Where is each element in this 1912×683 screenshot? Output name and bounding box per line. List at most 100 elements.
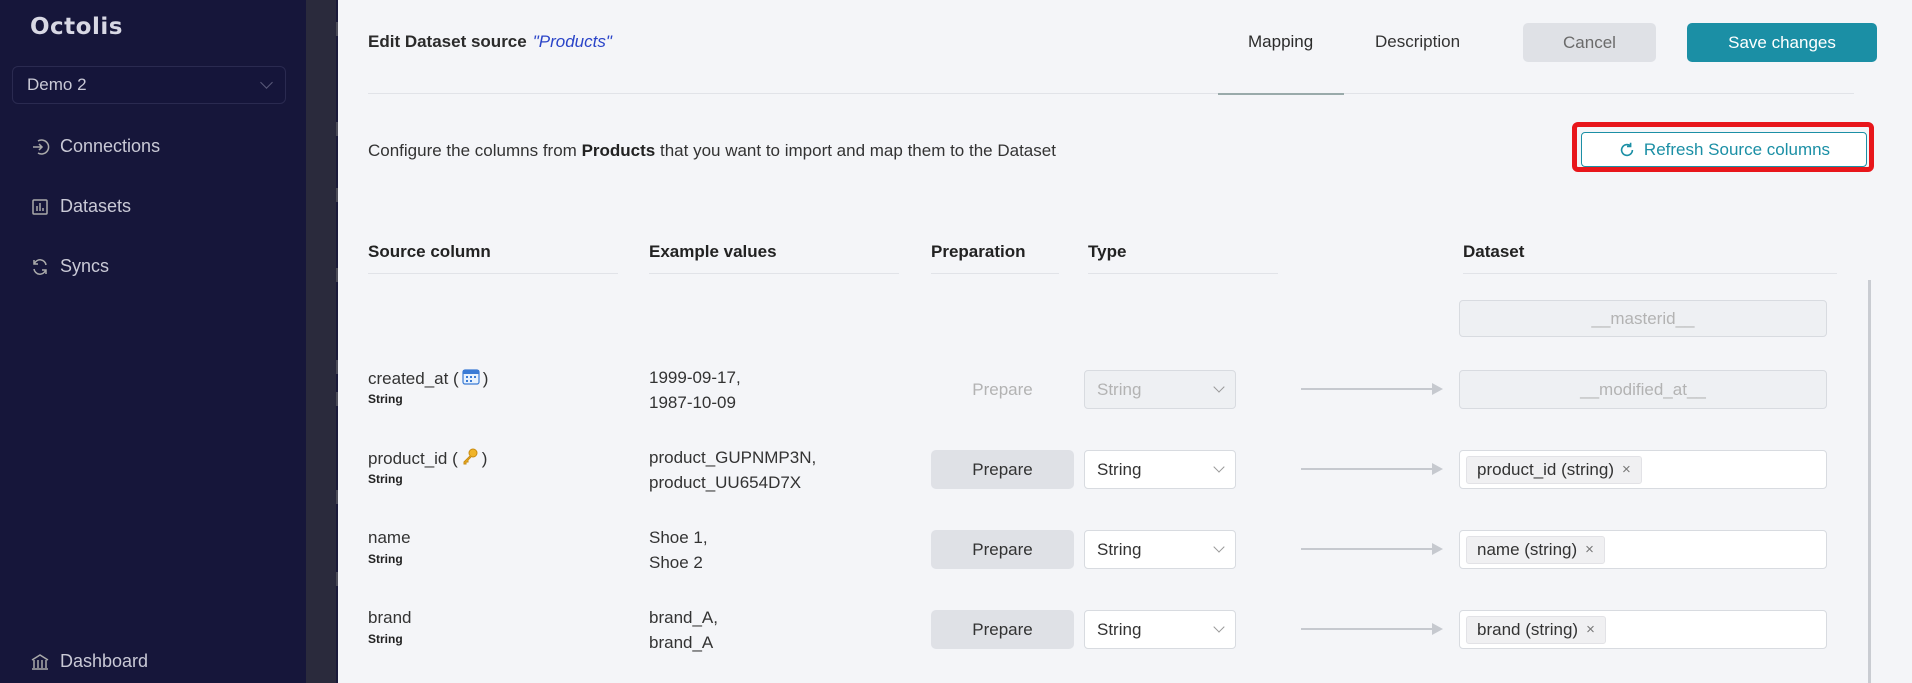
sidebar-item-datasets[interactable]: Datasets — [30, 196, 131, 217]
refresh-label: Refresh Source columns — [1643, 139, 1831, 159]
divider — [368, 273, 618, 274]
column-name: created_at ( — [368, 369, 459, 388]
table-row: name String Shoe 1, Shoe 2 Prepare Strin… — [338, 528, 1912, 588]
divider — [368, 93, 1854, 94]
arrow-right-icon — [1301, 623, 1443, 635]
divider — [931, 273, 1059, 274]
calendar-icon — [462, 368, 480, 390]
arrow-right-icon — [1301, 383, 1443, 395]
example-value: Shoe 1, — [649, 528, 708, 547]
type-value: String — [1097, 619, 1142, 639]
dataset-tag: brand (string) × — [1466, 615, 1606, 644]
dataset-field[interactable]: product_id (string) × — [1459, 450, 1827, 489]
dataset-field[interactable]: brand (string) × — [1459, 610, 1827, 649]
source-type: String — [368, 552, 403, 566]
example-value: brand_A, — [649, 608, 718, 627]
chevron-down-icon — [1213, 461, 1225, 473]
source-column-name: created_at ( ) — [368, 368, 488, 390]
tag-label: brand (string) — [1477, 619, 1579, 639]
type-select[interactable]: String — [1084, 610, 1236, 649]
close-icon[interactable]: × — [1585, 541, 1594, 558]
close-icon[interactable]: × — [1586, 621, 1595, 638]
sidebar-item-syncs[interactable]: Syncs — [30, 256, 109, 277]
key-icon — [461, 448, 479, 470]
type-value: String — [1097, 379, 1142, 399]
col-header-examples: Example values — [649, 242, 777, 261]
example-value: product_UU654D7X — [649, 473, 802, 492]
prepare-button[interactable]: Prepare — [931, 530, 1074, 569]
source-column-name: product_id ( ) — [368, 448, 487, 470]
column-name: name — [368, 528, 411, 547]
dataset-name: "Products" — [532, 32, 612, 51]
scrollbar[interactable] — [1868, 280, 1871, 683]
refresh-icon — [1620, 142, 1634, 156]
save-changes-button[interactable]: Save changes — [1687, 23, 1877, 62]
example-value: brand_A — [649, 633, 714, 652]
modal-title: Edit Dataset source "Products" — [368, 32, 612, 52]
close-icon[interactable]: × — [1622, 461, 1631, 478]
chevron-down-icon — [1213, 621, 1225, 633]
sidebar-item-connections[interactable]: Connections — [30, 136, 160, 157]
tab-mapping[interactable]: Mapping — [1248, 32, 1313, 52]
tab-description[interactable]: Description — [1375, 32, 1460, 52]
config-prefix: Configure the columns from — [368, 141, 577, 160]
table-row: created_at ( ) String 1999-09-17, 1987-1… — [338, 368, 1912, 428]
sidebar-item-label: Dashboard — [60, 651, 149, 671]
divider — [1088, 273, 1278, 274]
edit-dataset-source-modal: Edit Dataset source "Products" Mapping De… — [338, 0, 1912, 683]
sync-icon — [30, 257, 50, 277]
column-name-close: ) — [481, 449, 488, 468]
table-row: product_id ( ) String product_GUPNMP3N, … — [338, 448, 1912, 508]
divider — [1463, 273, 1837, 274]
table-row: brand String brand_A, brand_A Prepare St… — [338, 608, 1912, 668]
sidebar-item-dashboard[interactable]: Dashboard — [30, 651, 148, 672]
cancel-button[interactable]: Cancel — [1523, 23, 1656, 62]
arrow-right-icon — [1301, 543, 1443, 555]
column-name: product_id ( — [368, 449, 458, 468]
prepare-button[interactable]: Prepare — [931, 610, 1074, 649]
sidebar-item-label: Connections — [60, 136, 161, 156]
workspace-select[interactable]: Demo 2 — [12, 66, 286, 104]
sidebar-item-label: Syncs — [60, 256, 110, 276]
prepare-button[interactable]: Prepare — [931, 450, 1074, 489]
config-suffix: that you want to import and map them to … — [659, 141, 1056, 160]
prepare-button[interactable]: Prepare — [931, 370, 1074, 409]
type-select[interactable]: String — [1084, 530, 1236, 569]
refresh-source-columns-button[interactable]: Refresh Source columns — [1581, 132, 1867, 167]
chevron-down-icon — [1213, 541, 1225, 553]
source-column-name: name — [368, 528, 411, 548]
active-tab-indicator — [1218, 93, 1344, 95]
config-description: Configure the columns from Products that… — [368, 141, 1056, 161]
chevron-down-icon — [1213, 381, 1225, 393]
source-type: String — [368, 392, 403, 406]
col-header-type: Type — [1088, 242, 1127, 261]
config-source: Products — [581, 141, 656, 160]
sign-in-icon — [30, 137, 50, 157]
dataset-tag: product_id (string) × — [1466, 455, 1642, 484]
sidebar: Octolis Demo 2 Connections Datasets Sync… — [0, 0, 306, 683]
workspace-label: Demo 2 — [27, 75, 87, 94]
type-value: String — [1097, 539, 1142, 559]
source-type: String — [368, 472, 403, 486]
col-header-preparation: Preparation — [931, 242, 1026, 261]
masterid-field: __masterid__ — [1459, 300, 1827, 337]
example-value: 1987-10-09 — [649, 393, 736, 412]
example-value: Shoe 2 — [649, 553, 703, 572]
dataset-tag: name (string) × — [1466, 535, 1605, 564]
tag-label: name (string) — [1477, 539, 1578, 559]
sidebar-item-label: Datasets — [60, 196, 132, 216]
title-text: Edit Dataset source — [368, 32, 527, 51]
bar-chart-icon — [30, 197, 50, 217]
example-value: 1999-09-17, — [649, 368, 741, 387]
dataset-field[interactable]: name (string) × — [1459, 530, 1827, 569]
column-name-close: ) — [482, 369, 489, 388]
source-column-name: brand — [368, 608, 411, 628]
bank-icon — [30, 652, 50, 672]
type-select[interactable]: String — [1084, 370, 1236, 409]
arrow-right-icon — [1301, 463, 1443, 475]
divider — [649, 273, 899, 274]
background-page — [306, 0, 342, 683]
type-select[interactable]: String — [1084, 450, 1236, 489]
type-value: String — [1097, 459, 1142, 479]
col-header-source: Source column — [368, 242, 491, 261]
